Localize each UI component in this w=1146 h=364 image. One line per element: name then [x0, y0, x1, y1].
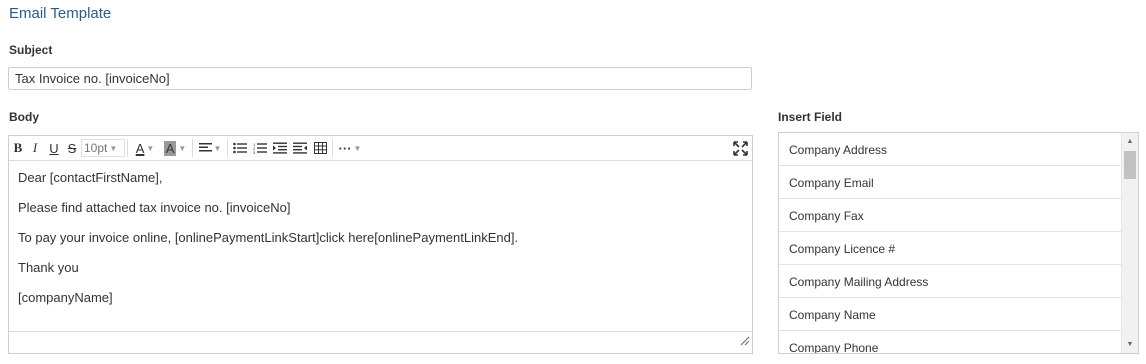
outdent-icon[interactable] — [290, 138, 310, 158]
strikethrough-icon[interactable]: S — [63, 138, 81, 158]
insert-field-label: Insert Field — [778, 110, 843, 124]
resize-handle-icon[interactable] — [740, 333, 750, 351]
list-item[interactable]: Company Email — [779, 166, 1121, 199]
scroll-down-icon[interactable]: ▼ — [1122, 336, 1138, 353]
body-paragraph: Please find attached tax invoice no. [in… — [18, 200, 291, 215]
svg-text:3: 3 — [253, 150, 256, 154]
body-label: Body — [9, 110, 39, 124]
more-icon[interactable]: ··· ▼ — [335, 138, 365, 158]
scrollbar[interactable]: ▲ ▼ — [1121, 133, 1138, 353]
font-color-icon[interactable]: A ▼ — [130, 138, 160, 158]
toolbar-divider — [332, 139, 333, 157]
indent-icon[interactable] — [270, 138, 290, 158]
toolbar-divider — [227, 139, 228, 157]
list-item[interactable]: Company Address — [779, 133, 1121, 166]
toolbar-divider — [192, 139, 193, 157]
font-size-select[interactable]: 10pt ▼ — [81, 139, 125, 157]
list-item[interactable]: Company Mailing Address — [779, 265, 1121, 298]
editor-content[interactable]: Dear [contactFirstName], Please find att… — [9, 161, 752, 327]
editor-toolbar: B I U S 10pt ▼ A ▼ A ▼ ▼ 123 ··· ▼ — [9, 136, 752, 161]
editor-statusbar — [9, 331, 752, 353]
toolbar-divider — [127, 139, 128, 157]
chevron-down-icon: ▼ — [109, 143, 118, 153]
body-paragraph: To pay your invoice online, [onlinePayme… — [18, 230, 519, 245]
body-paragraph: [companyName] — [18, 290, 113, 305]
highlight-color-icon[interactable]: A ▼ — [160, 138, 190, 158]
table-icon[interactable] — [310, 138, 330, 158]
bullet-list-icon[interactable] — [230, 138, 250, 158]
list-item[interactable]: Company Fax — [779, 199, 1121, 232]
body-editor: B I U S 10pt ▼ A ▼ A ▼ ▼ 123 ··· ▼ Dear … — [8, 135, 753, 354]
body-paragraph: Dear [contactFirstName], — [18, 170, 163, 185]
subject-input[interactable] — [8, 67, 752, 90]
underline-icon[interactable]: U — [45, 138, 63, 158]
body-paragraph: Thank you — [18, 260, 79, 275]
numbered-list-icon[interactable]: 123 — [250, 138, 270, 158]
font-size-value: 10pt — [84, 141, 108, 155]
scroll-up-icon[interactable]: ▲ — [1122, 133, 1138, 150]
page-title: Email Template — [9, 5, 112, 22]
scrollbar-thumb[interactable] — [1124, 151, 1136, 179]
fullscreen-icon[interactable] — [730, 138, 750, 158]
list-item[interactable]: Company Phone — [779, 331, 1121, 353]
subject-label: Subject — [9, 43, 53, 57]
list-item[interactable]: Company Licence # — [779, 232, 1121, 265]
italic-icon[interactable]: I — [25, 138, 45, 158]
list-item[interactable]: Company Name — [779, 298, 1121, 331]
insert-field-list: Company Address Company Email Company Fa… — [778, 132, 1139, 354]
bold-icon[interactable]: B — [11, 138, 25, 158]
align-icon[interactable]: ▼ — [195, 138, 225, 158]
